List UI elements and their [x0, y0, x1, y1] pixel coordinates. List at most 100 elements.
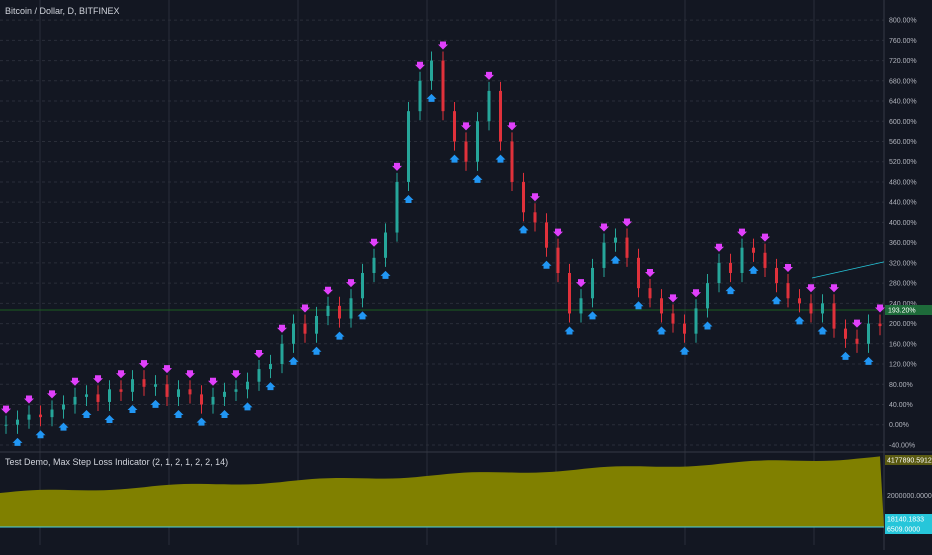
candle-body[interactable] — [96, 394, 100, 402]
buy-signal-marker[interactable] — [633, 301, 644, 310]
candle-body[interactable] — [671, 313, 675, 324]
sell-signal-marker[interactable] — [737, 228, 747, 237]
sell-signal-marker[interactable] — [116, 370, 126, 379]
buy-signal-marker[interactable] — [265, 382, 276, 391]
sell-signal-marker[interactable] — [139, 360, 149, 369]
candle-body[interactable] — [798, 298, 801, 304]
candle-body[interactable] — [453, 111, 456, 142]
sell-signal-marker[interactable] — [392, 162, 402, 171]
buy-signal-marker[interactable] — [587, 311, 598, 320]
trend-line[interactable] — [811, 261, 885, 279]
candle-body[interactable] — [154, 384, 157, 387]
candle-body[interactable] — [545, 222, 548, 248]
candle-body[interactable] — [234, 389, 238, 392]
buy-signal-marker[interactable] — [794, 316, 805, 325]
candle-body[interactable] — [809, 303, 813, 314]
candle-body[interactable] — [177, 389, 180, 397]
buy-signal-marker[interactable] — [150, 399, 161, 408]
candle-body[interactable] — [476, 121, 479, 162]
candle-body[interactable] — [867, 323, 870, 344]
candle-body[interactable] — [315, 315, 318, 334]
buy-signal-marker[interactable] — [564, 326, 575, 335]
candle-body[interactable] — [361, 272, 364, 299]
sell-signal-marker[interactable] — [622, 218, 632, 227]
candle-body[interactable] — [418, 80, 422, 112]
sell-signal-marker[interactable] — [231, 370, 241, 379]
candle-body[interactable] — [579, 298, 583, 314]
candle-body[interactable] — [717, 262, 721, 284]
candle-body[interactable] — [614, 237, 617, 243]
sell-signal-marker[interactable] — [530, 193, 540, 202]
symbol-title[interactable]: Bitcoin / Dollar, D, BITFINEX — [5, 6, 120, 16]
sell-signal-marker[interactable] — [254, 349, 264, 358]
sell-signal-marker[interactable] — [346, 279, 356, 288]
candle-body[interactable] — [165, 384, 169, 397]
candle-body[interactable] — [487, 90, 491, 122]
sell-signal-marker[interactable] — [185, 370, 195, 379]
buy-signal-marker[interactable] — [219, 410, 230, 418]
candle-body[interactable] — [740, 247, 744, 273]
buy-signal-marker[interactable] — [518, 225, 529, 234]
sell-signal-marker[interactable] — [645, 269, 655, 278]
candle-body[interactable] — [16, 419, 19, 425]
sell-signal-marker[interactable] — [300, 304, 310, 313]
sell-signal-marker[interactable] — [829, 284, 839, 293]
candle-body[interactable] — [108, 389, 111, 402]
candle-body[interactable] — [119, 389, 123, 392]
candle-body[interactable] — [844, 328, 847, 339]
candle-body[interactable] — [510, 141, 514, 182]
candle-body[interactable] — [832, 303, 836, 329]
candle-body[interactable] — [464, 141, 468, 162]
sell-signal-marker[interactable] — [484, 71, 494, 80]
buy-signal-marker[interactable] — [702, 321, 713, 330]
candle-body[interactable] — [625, 237, 629, 258]
sell-signal-marker[interactable] — [691, 289, 701, 298]
buy-signal-marker[interactable] — [35, 430, 46, 439]
sell-signal-marker[interactable] — [668, 294, 678, 303]
candle-body[interactable] — [395, 181, 399, 233]
candle-body[interactable] — [775, 267, 778, 284]
buy-signal-marker[interactable] — [311, 346, 322, 355]
buy-signal-marker[interactable] — [58, 422, 69, 431]
candle-body[interactable] — [407, 111, 410, 182]
indicator-title[interactable]: Test Demo, Max Step Loss Indicator (2, 1… — [5, 457, 228, 467]
candle-body[interactable] — [430, 60, 433, 81]
sell-signal-marker[interactable] — [714, 243, 724, 252]
buy-signal-marker[interactable] — [380, 270, 391, 279]
sell-signal-marker[interactable] — [47, 390, 57, 399]
candle-body[interactable] — [372, 257, 376, 273]
sell-signal-marker[interactable] — [24, 395, 34, 404]
candle-body[interactable] — [660, 298, 663, 314]
sell-signal-marker[interactable] — [415, 61, 425, 70]
candle-body[interactable] — [556, 247, 560, 273]
candle-body[interactable] — [280, 343, 284, 365]
candle-body[interactable] — [637, 257, 640, 289]
candle-body[interactable] — [533, 212, 537, 223]
candle-body[interactable] — [211, 396, 215, 405]
candle-body[interactable] — [821, 303, 824, 314]
candle-body[interactable] — [878, 323, 882, 327]
candle-body[interactable] — [855, 338, 859, 344]
buy-signal-marker[interactable] — [173, 410, 184, 418]
candle-body[interactable] — [706, 283, 709, 309]
candle-body[interactable] — [50, 409, 54, 418]
buy-signal-marker[interactable] — [840, 351, 851, 360]
candle-body[interactable] — [142, 379, 146, 387]
sell-signal-marker[interactable] — [93, 375, 103, 384]
buy-signal-marker[interactable] — [541, 260, 552, 269]
candle-body[interactable] — [73, 396, 77, 405]
candle-body[interactable] — [568, 272, 571, 314]
buy-signal-marker[interactable] — [748, 265, 759, 274]
candle-body[interactable] — [763, 252, 767, 268]
buy-signal-marker[interactable] — [334, 331, 345, 340]
buy-signal-marker[interactable] — [242, 402, 253, 411]
candle-body[interactable] — [131, 379, 134, 392]
candle-body[interactable] — [729, 262, 732, 273]
candle-body[interactable] — [303, 323, 307, 334]
buy-signal-marker[interactable] — [679, 346, 690, 355]
candle-body[interactable] — [349, 298, 353, 319]
candle-body[interactable] — [441, 60, 445, 112]
candle-body[interactable] — [384, 232, 387, 258]
candle-body[interactable] — [499, 90, 502, 142]
sell-signal-marker[interactable] — [438, 41, 448, 50]
